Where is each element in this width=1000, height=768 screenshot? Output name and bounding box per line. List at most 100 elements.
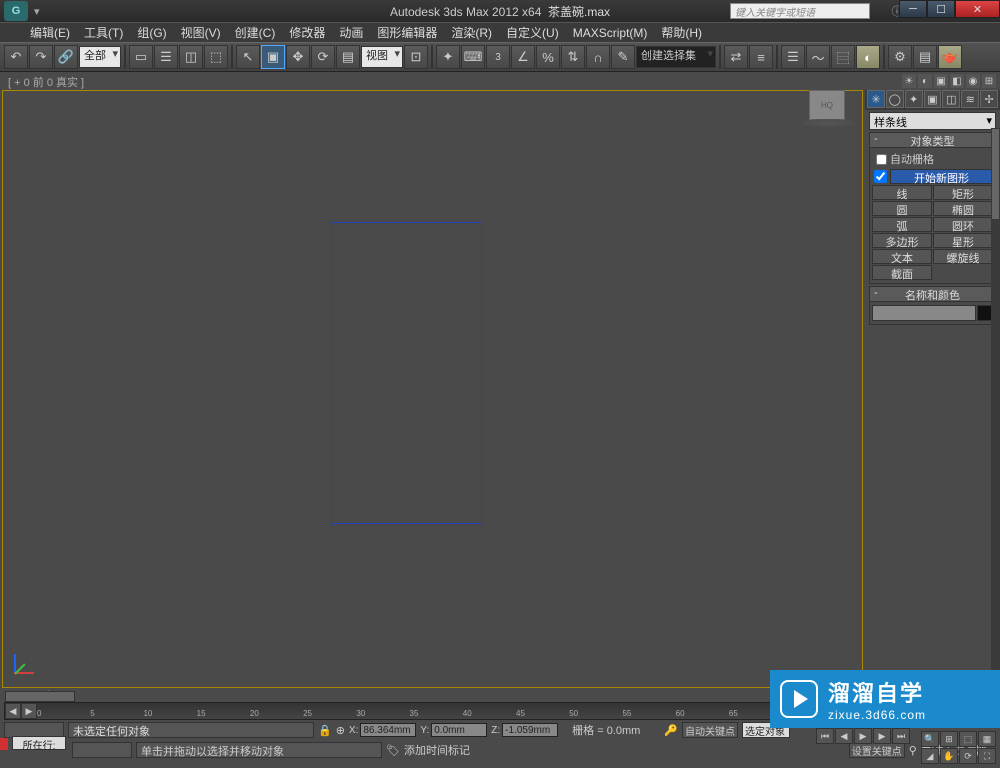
panel-scrollbar[interactable] xyxy=(991,128,1000,690)
timeline-prev-button[interactable]: ◀ xyxy=(5,703,21,719)
lock-icon[interactable]: 🔒 xyxy=(318,724,332,737)
tool3-icon[interactable]: ◧ xyxy=(950,74,964,88)
key-icon[interactable]: 🔑 xyxy=(664,724,678,737)
btn-ngon[interactable]: 多边形 xyxy=(872,233,932,248)
cursor-icon[interactable]: ↖ xyxy=(236,45,260,69)
next-frame-button[interactable]: ▶ xyxy=(873,728,891,744)
help-search-input[interactable]: 键入关键字或短语 xyxy=(730,3,870,19)
btn-section[interactable]: 截面 xyxy=(872,265,932,280)
link-button[interactable]: 🔗 xyxy=(54,45,78,69)
y-coord-input[interactable] xyxy=(431,723,487,737)
pivot-button[interactable]: ⊡ xyxy=(404,45,428,69)
select-name-button[interactable]: ☰ xyxy=(154,45,178,69)
zoom-button[interactable]: 🔍 xyxy=(921,731,939,747)
layers-button[interactable]: ☰ xyxy=(781,45,805,69)
select-region-button[interactable]: ◫ xyxy=(179,45,203,69)
minimize-button[interactable]: ─ xyxy=(899,0,927,18)
cameras-tab[interactable]: ▣ xyxy=(924,90,942,108)
btn-text[interactable]: 文本 xyxy=(872,249,932,264)
startnew-checkbox[interactable] xyxy=(874,170,887,183)
tool1-icon[interactable]: ◐ xyxy=(918,74,932,88)
orbit-button[interactable]: ⟳ xyxy=(959,748,977,764)
zoom-extents-all-button[interactable]: ▦ xyxy=(978,731,996,747)
setkey-button[interactable]: 设置关键点 xyxy=(849,742,905,758)
render-setup-button[interactable]: ⚙ xyxy=(888,45,912,69)
percent-snap-button[interactable]: % xyxy=(536,45,560,69)
menu-group[interactable]: 组(G) xyxy=(137,24,166,41)
viewport[interactable]: [ + 0 前 0 真实 ] HQ xyxy=(0,72,865,690)
time-slider-thumb[interactable] xyxy=(5,691,75,702)
object-name-input[interactable] xyxy=(872,305,976,321)
coord-display-icon[interactable]: ⊕ xyxy=(336,724,345,737)
menu-edit[interactable]: 编辑(E) xyxy=(30,24,70,41)
systems-tab[interactable]: ✢ xyxy=(980,90,998,108)
render-button[interactable]: 🫖 xyxy=(938,45,962,69)
redo-button[interactable]: ↷ xyxy=(29,45,53,69)
move-button[interactable]: ✥ xyxy=(286,45,310,69)
mirror-button[interactable]: ⇄ xyxy=(724,45,748,69)
tool5-icon[interactable]: ⊞ xyxy=(982,74,996,88)
light-icon[interactable]: ☀ xyxy=(902,74,916,88)
rollout-object-type[interactable]: 对象类型 xyxy=(869,132,996,148)
align-button[interactable]: ≡ xyxy=(749,45,773,69)
manip-button[interactable]: ✦ xyxy=(436,45,460,69)
category-dropdown[interactable]: 样条线 xyxy=(869,112,996,130)
scale-button[interactable]: ▤ xyxy=(336,45,360,69)
play-button[interactable]: ▶ xyxy=(854,728,872,744)
menu-rendering[interactable]: 渲染(R) xyxy=(451,24,492,41)
window-crossing-button[interactable]: ⬚ xyxy=(204,45,228,69)
schematic-button[interactable]: ⿳ xyxy=(831,45,855,69)
helpers-tab[interactable]: ◫ xyxy=(942,90,960,108)
qat-arrow-icon[interactable]: ▾ xyxy=(34,5,40,18)
goto-end-button[interactable]: ⏭ xyxy=(892,728,910,744)
rectangle-shape[interactable] xyxy=(331,222,482,524)
refcoord-dropdown[interactable]: 视图 xyxy=(361,46,403,68)
snap-toggle[interactable]: 3 xyxy=(486,45,510,69)
goto-start-button[interactable]: ⏮ xyxy=(816,728,834,744)
btn-star[interactable]: 星形 xyxy=(933,233,993,248)
prev-frame-button[interactable]: ◀ xyxy=(835,728,853,744)
curve-editor-button[interactable]: 〜 xyxy=(806,45,830,69)
menu-views[interactable]: 视图(V) xyxy=(181,24,221,41)
undo-button[interactable]: ↶ xyxy=(4,45,28,69)
named-selset-dropdown[interactable]: 创建选择集 xyxy=(636,46,716,68)
viewcube[interactable]: HQ xyxy=(809,90,845,120)
menu-maxscript[interactable]: MAXScript(M) xyxy=(573,26,648,40)
menu-help[interactable]: 帮助(H) xyxy=(661,24,702,41)
tool2-icon[interactable]: ▣ xyxy=(934,74,948,88)
fov-button[interactable]: ◢ xyxy=(921,748,939,764)
spinner-snap-button[interactable]: ⇅ xyxy=(561,45,585,69)
tool4-icon[interactable]: ◉ xyxy=(966,74,980,88)
maximize-button[interactable]: ☐ xyxy=(927,0,955,18)
btn-donut[interactable]: 圆环 xyxy=(933,217,993,232)
keyfilters-icon[interactable]: ⚲ xyxy=(909,744,917,757)
menu-tools[interactable]: 工具(T) xyxy=(84,24,123,41)
rollout-name-color[interactable]: 名称和颜色 xyxy=(869,286,996,302)
btn-ellipse[interactable]: 椭圆 xyxy=(933,201,993,216)
autokey-button[interactable]: 自动关键点 xyxy=(682,722,738,738)
btn-line[interactable]: 线 xyxy=(872,185,932,200)
x-coord-input[interactable] xyxy=(360,723,416,737)
btn-helix[interactable]: 螺旋线 xyxy=(933,249,993,264)
angle-snap-button[interactable]: ∠ xyxy=(511,45,535,69)
mini-listener-2[interactable] xyxy=(72,742,132,758)
create-tab[interactable]: ✳ xyxy=(867,90,885,108)
render-frame-button[interactable]: ▤ xyxy=(913,45,937,69)
rotate-button[interactable]: ⟳ xyxy=(311,45,335,69)
keymode-button[interactable]: ⌨ xyxy=(461,45,485,69)
lights-tab[interactable]: ✦ xyxy=(905,90,923,108)
timetag-icon[interactable]: 🏷 xyxy=(386,744,400,757)
select-object-button[interactable]: ▣ xyxy=(261,45,285,69)
edit-selset-button[interactable]: ✎ xyxy=(611,45,635,69)
menu-customize[interactable]: 自定义(U) xyxy=(506,24,559,41)
close-button[interactable]: ✕ xyxy=(955,0,1000,18)
menu-modifiers[interactable]: 修改器 xyxy=(289,24,325,41)
btn-circle[interactable]: 圆 xyxy=(872,201,932,216)
space-tab[interactable]: ≋ xyxy=(961,90,979,108)
btn-arc[interactable]: 弧 xyxy=(872,217,932,232)
btn-rectangle[interactable]: 矩形 xyxy=(933,185,993,200)
startnew-button[interactable]: 开始新图形 xyxy=(890,169,993,184)
filter-dropdown[interactable]: 全部 xyxy=(79,46,121,68)
pan-button[interactable]: ✋ xyxy=(940,748,958,764)
magnet-icon[interactable]: ∩ xyxy=(586,45,610,69)
